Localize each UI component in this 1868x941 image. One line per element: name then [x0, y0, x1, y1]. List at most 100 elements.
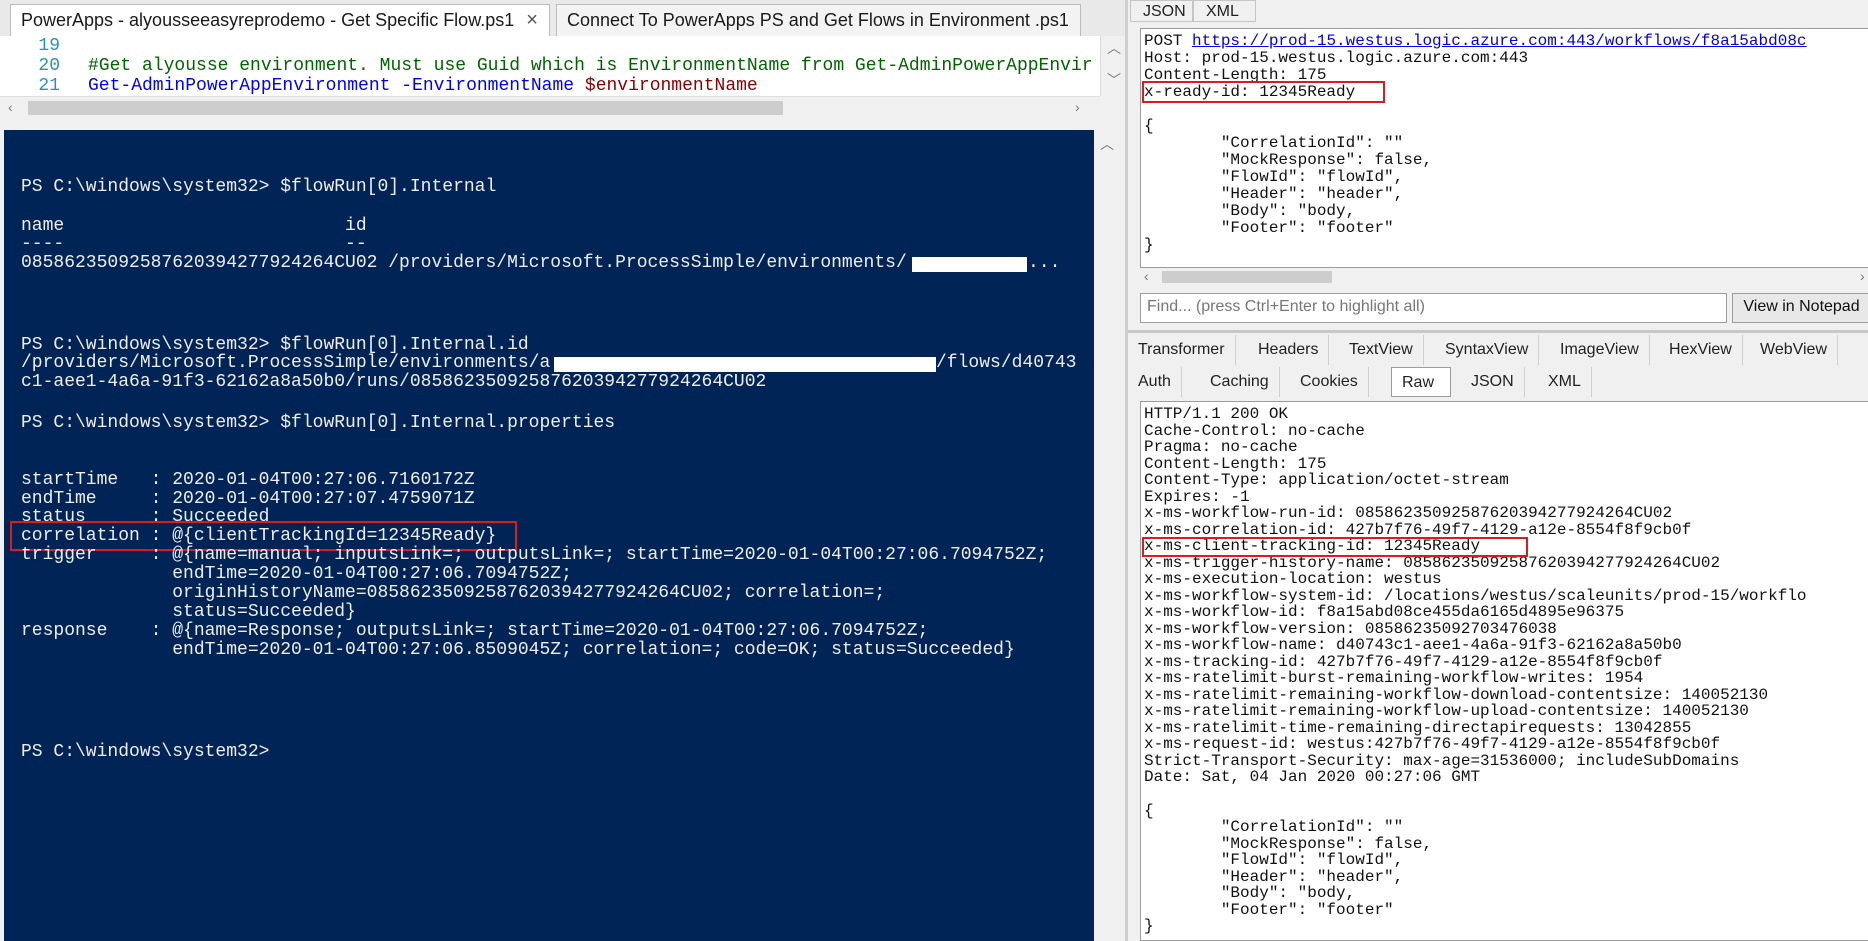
highlight-client-tracking-id [1142, 537, 1528, 557]
code-variable: $environmentName [584, 76, 758, 96]
scroll-left-icon[interactable]: ‹ [1144, 266, 1149, 286]
editor-vertical-scrollbar[interactable]: ︿ ﹀ [1100, 36, 1126, 96]
response-line: x-ms-workflow-run-id: 085862350925876203… [1144, 504, 1673, 522]
request-url-link[interactable]: https://prod-15.westus.logic.azure.com:4… [1192, 32, 1807, 50]
response-line: x-ms-workflow-name: d40743c1-aee1-4a6a-9… [1144, 636, 1682, 654]
fiddler-inspector-panel: JSON XML POST https://prod-15.westus.log… [1125, 0, 1868, 941]
console-line: c1-aee1-4a6a-91f3-62162a8a50b0/runs/0858… [21, 372, 767, 392]
tab-auth[interactable]: Auth [1128, 367, 1182, 397]
tab-syntaxview[interactable]: SyntaxView [1435, 335, 1540, 365]
splitter[interactable] [1128, 330, 1868, 333]
response-line: "CorrelationId": "" [1144, 818, 1404, 836]
request-horizontal-scrollbar[interactable]: ‹ › [1140, 268, 1868, 286]
console-line: originHistoryName=0858623509258762039427… [21, 583, 886, 603]
response-line: x-ms-workflow-id: f8a15abd08ce455da6165d… [1144, 603, 1625, 621]
request-method: POST [1144, 32, 1183, 50]
code-comment: #Get alyousse environment. Must use Guid… [88, 56, 1093, 76]
response-line: x-ms-execution-location: westus [1144, 570, 1442, 588]
tab-hexview[interactable]: HexView [1659, 335, 1743, 365]
powershell-console[interactable]: PS C:\windows\system32> $flowRun[0].Inte… [4, 130, 1094, 941]
tab-get-specific-flow[interactable]: PowerApps - alyousseeasyreprodemo - Get … [10, 4, 550, 36]
response-line: Expires: -1 [1144, 487, 1250, 506]
find-input[interactable]: Find... (press Ctrl+Enter to highlight a… [1140, 293, 1727, 323]
tab-label: PowerApps - alyousseeasyreprodemo - Get … [21, 10, 515, 30]
response-line: x-ms-trigger-history-name: 0858623509258… [1144, 553, 1721, 572]
console-line: endTime : 2020-01-04T00:27:07.4759071Z [21, 489, 475, 509]
scroll-right-icon[interactable]: › [1860, 266, 1865, 286]
highlight-ready-id [1142, 81, 1385, 103]
response-line: Content-Type: application/octet-stream [1144, 471, 1509, 489]
console-prompt[interactable]: PS C:\windows\system32> [21, 742, 269, 762]
tab-transformer[interactable]: Transformer [1128, 335, 1236, 365]
response-tabs-row-2: Auth Caching Cookies Raw JSON XML [1128, 367, 1868, 397]
tab-request-xml[interactable]: XML [1193, 0, 1256, 22]
scroll-left-icon[interactable]: ‹ [8, 97, 13, 117]
scroll-down-icon[interactable]: ﹀ [1107, 70, 1121, 90]
scroll-up-icon[interactable]: ︿ [1100, 134, 1114, 154]
tab-xml[interactable]: XML [1538, 367, 1592, 397]
request-raw-view[interactable]: POST https://prod-15.westus.logic.azure.… [1140, 28, 1868, 268]
response-line: } [1144, 917, 1154, 935]
console-line: name id [21, 216, 367, 236]
response-line: Strict-Transport-Security: max-age=31536… [1144, 751, 1740, 770]
scroll-right-icon[interactable]: › [1075, 97, 1080, 117]
tab-headers[interactable]: Headers [1248, 335, 1330, 365]
request-line: "Header": "header", [1144, 185, 1404, 203]
editor-line-21: 21 Get-AdminPowerAppEnvironment -Environm… [0, 76, 758, 96]
console-vertical-scrollbar[interactable]: ︿ [1094, 130, 1119, 941]
request-line: "CorrelationId": "" [1144, 134, 1404, 152]
tab-connect-to-powerapps[interactable]: Connect To PowerApps PS and Get Flows in… [556, 4, 1081, 36]
console-line: /flows/d40743 [936, 353, 1077, 373]
powershell-ise-window: PowerApps - alyousseeasyreprodemo - Get … [0, 0, 1126, 941]
console-line: /providers/Microsoft.ProcessSimple/envir… [21, 353, 551, 373]
response-raw-view[interactable]: HTTP/1.1 200 OK Cache-Control: no-cache Pr… [1140, 401, 1868, 941]
scrollbar-thumb[interactable] [28, 101, 783, 115]
console-line: endTime=2020-01-04T00:27:06.8509045Z; co… [21, 640, 1015, 660]
console-line: status=Succeeded} [21, 602, 356, 622]
response-line: Cache-Control: no-cache [1144, 421, 1365, 440]
console-line: ... [1028, 253, 1061, 273]
response-line: "Header": "header", [1144, 867, 1404, 886]
editor-line-20: 20 #Get alyousse environment. Must use Gu… [0, 56, 1093, 76]
console-line: 08586235092587620394277924264CU02 /provi… [21, 253, 907, 273]
response-line: x-ms-ratelimit-time-remaining-directapir… [1144, 718, 1692, 737]
request-line: { [1144, 117, 1154, 135]
console-line: response : @{name=Response; outputsLink=… [21, 621, 929, 641]
response-line: { [1144, 801, 1154, 820]
script-editor[interactable]: 19 20 #Get alyousse environment. Must use… [0, 36, 1100, 97]
editor-line-19: 19 [0, 36, 88, 56]
code-parameter: -EnvironmentName [390, 76, 585, 96]
response-line: Date: Sat, 04 Jan 2020 00:27:06 GMT [1144, 768, 1481, 786]
close-tab-icon[interactable]: × [526, 5, 538, 35]
view-in-notepad-button[interactable]: View in Notepad [1732, 293, 1868, 323]
tab-request-json[interactable]: JSON [1130, 0, 1193, 22]
tab-cookies[interactable]: Cookies [1290, 367, 1369, 397]
scroll-up-icon[interactable]: ︿ [1107, 38, 1121, 58]
tab-textview[interactable]: TextView [1339, 335, 1424, 365]
response-line: Pragma: no-cache [1144, 438, 1298, 456]
script-tab-bar: PowerApps - alyousseeasyreprodemo - Get … [0, 0, 1125, 37]
response-line: x-ms-ratelimit-burst-remaining-workflow-… [1144, 669, 1644, 687]
response-line: HTTP/1.1 200 OK [1144, 405, 1289, 423]
console-line: endTime=2020-01-04T00:27:06.7094752Z; [21, 564, 572, 584]
request-line: "Body": "body, [1144, 202, 1356, 220]
console-line: PS C:\windows\system32> $flowRun[0].Inte… [21, 335, 529, 355]
tab-webview[interactable]: WebView [1750, 335, 1838, 365]
response-line: x-ms-workflow-version: 08586235092703476… [1144, 619, 1557, 638]
scrollbar-thumb[interactable] [1162, 271, 1332, 283]
tab-imageview[interactable]: ImageView [1550, 335, 1650, 365]
response-line: "FlowId": "flowId", [1144, 851, 1404, 869]
request-line: } [1144, 236, 1154, 254]
response-line: "Body": "body, [1144, 884, 1356, 902]
code-cmdlet: Get-AdminPowerAppEnvironment [88, 76, 391, 96]
tab-json[interactable]: JSON [1461, 367, 1525, 397]
response-line: "Footer": "footer" [1144, 900, 1394, 919]
tab-caching[interactable]: Caching [1200, 367, 1280, 397]
response-line: x-ms-tracking-id: 427b7f76-49f7-4129-a12… [1144, 652, 1663, 671]
editor-horizontal-scrollbar[interactable]: ‹ › [0, 96, 1100, 119]
line-number: 19 [38, 36, 60, 56]
console-line: PS C:\windows\system32> $flowRun[0].Inte… [21, 177, 497, 197]
line-number: 21 [38, 76, 60, 96]
tab-raw-selected[interactable]: Raw [1391, 367, 1451, 397]
request-line: "MockResponse": false, [1144, 151, 1433, 169]
